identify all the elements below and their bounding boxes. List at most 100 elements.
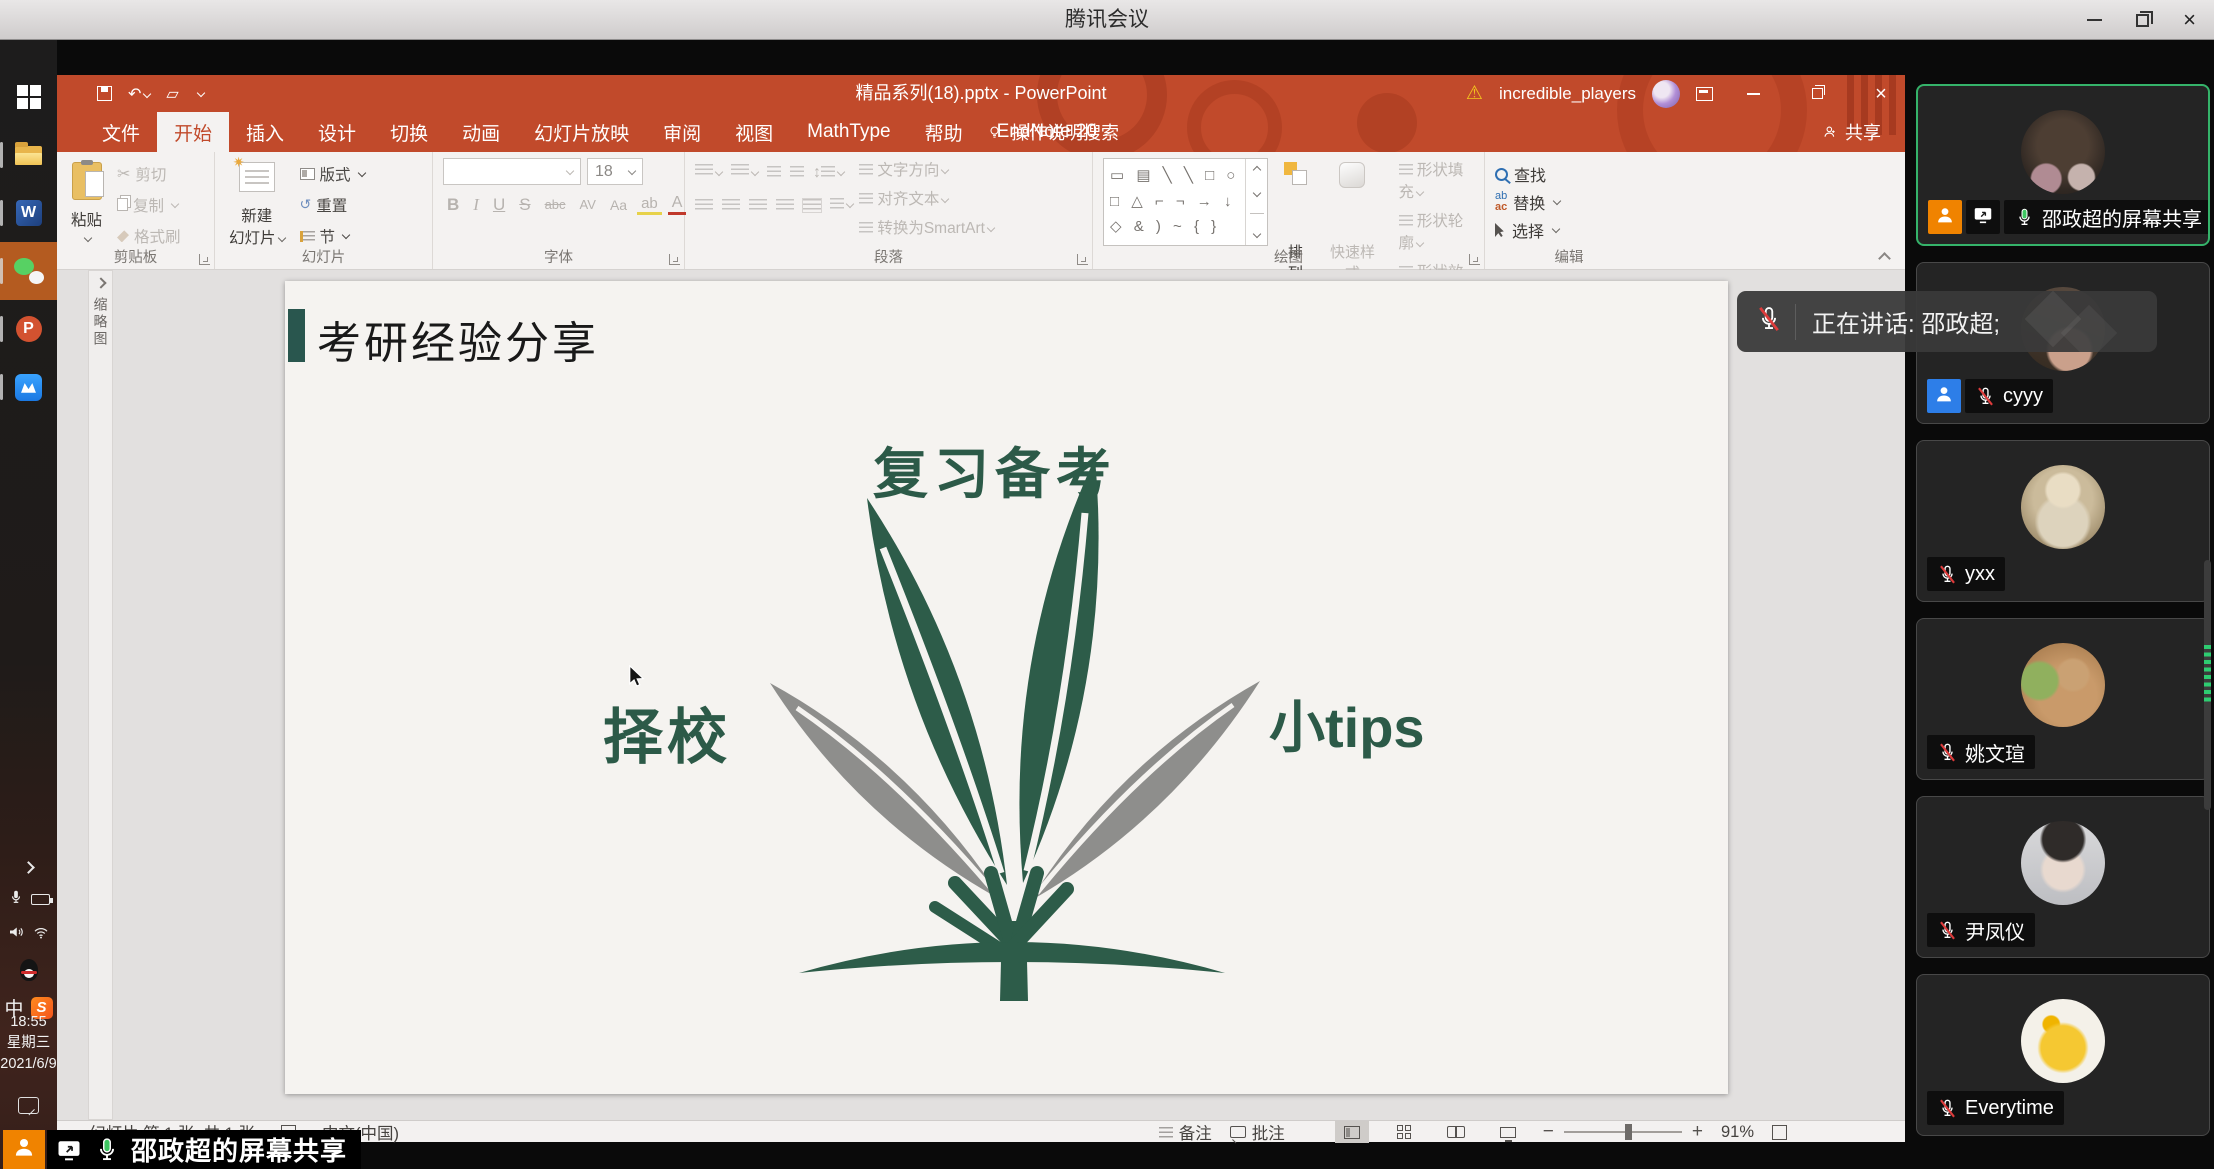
thumbnails-pane-collapsed[interactable]: 缩略图 bbox=[88, 270, 113, 1120]
zoom-slider[interactable] bbox=[1564, 1131, 1682, 1133]
clipboard-dialog-launcher[interactable] bbox=[199, 254, 210, 265]
paste-button[interactable]: 粘贴 bbox=[67, 158, 106, 252]
convert-smartart-button[interactable]: 转换为SmartArt bbox=[859, 216, 994, 238]
text-direction-button[interactable]: 文字方向 bbox=[859, 158, 994, 180]
restore-icon[interactable] bbox=[2136, 14, 2149, 27]
shape-gallery-scroll[interactable] bbox=[1245, 159, 1267, 245]
section-button[interactable]: 节 bbox=[297, 224, 368, 248]
shape-fill-button[interactable]: 形状填充 bbox=[1399, 158, 1477, 202]
tab-6[interactable]: 幻灯片放映 bbox=[517, 112, 646, 152]
change-case-button[interactable]: Aa bbox=[606, 197, 631, 213]
slide-sorter-view-button[interactable] bbox=[1387, 1121, 1421, 1143]
ppt-close-button[interactable]: × bbox=[1857, 75, 1905, 112]
font-color-button[interactable]: A bbox=[668, 194, 687, 215]
font-name-select[interactable] bbox=[443, 158, 581, 185]
qat-customize-icon[interactable] bbox=[196, 88, 204, 96]
italic-button[interactable]: I bbox=[469, 195, 483, 215]
justify-button[interactable] bbox=[776, 199, 794, 212]
align-center-button[interactable] bbox=[722, 199, 740, 212]
account-name[interactable]: incredible_players bbox=[1499, 84, 1636, 104]
taskbar-item-powerpoint[interactable]: P bbox=[0, 300, 57, 358]
strikethrough-button[interactable]: abc bbox=[541, 197, 570, 212]
participant-tile[interactable]: 邵政超的屏幕共享 bbox=[1916, 84, 2210, 246]
highlight-button[interactable]: ab bbox=[637, 195, 662, 215]
taskbar-item-explorer[interactable] bbox=[0, 126, 57, 184]
character-spacing-button[interactable]: AV bbox=[576, 197, 600, 212]
taskbar-item-meeting[interactable] bbox=[0, 358, 57, 416]
align-right-button[interactable] bbox=[749, 199, 767, 212]
cut-button[interactable]: ✂剪切 bbox=[114, 162, 184, 186]
decrease-indent-button[interactable] bbox=[767, 164, 781, 182]
find-button[interactable]: 查找 bbox=[1495, 162, 1645, 186]
tab-2[interactable]: 插入 bbox=[229, 112, 301, 152]
speaker-icon[interactable] bbox=[7, 923, 25, 946]
start-button[interactable] bbox=[0, 68, 57, 126]
ppt-restore-button[interactable] bbox=[1793, 75, 1841, 112]
bullets-button[interactable] bbox=[695, 164, 722, 182]
select-button[interactable]: 选择 bbox=[1495, 218, 1645, 242]
numbering-button[interactable] bbox=[731, 164, 758, 182]
tray-expand-icon[interactable] bbox=[22, 861, 35, 874]
warning-icon[interactable]: ⚠ bbox=[1466, 82, 1483, 105]
font-size-select[interactable]: 18 bbox=[587, 158, 643, 185]
zoom-level[interactable]: 91% bbox=[1721, 1123, 1754, 1142]
network-icon[interactable] bbox=[32, 923, 50, 946]
tab-0[interactable]: 文件 bbox=[85, 112, 157, 152]
tell-me-search[interactable]: 操作说明搜索 bbox=[987, 112, 1119, 152]
align-text-button[interactable]: 对齐文本 bbox=[859, 187, 994, 209]
tab-3[interactable]: 设计 bbox=[301, 112, 373, 152]
paragraph-dialog-launcher[interactable] bbox=[1077, 254, 1088, 265]
ribbon-options-icon[interactable] bbox=[1696, 87, 1713, 101]
undo-icon[interactable]: ↶ bbox=[128, 84, 150, 104]
line-spacing-button[interactable]: ↕ bbox=[813, 164, 844, 182]
new-slide-button[interactable]: 新建幻灯片 bbox=[225, 158, 289, 252]
tab-4[interactable]: 切换 bbox=[373, 112, 445, 152]
comments-button[interactable]: 批注 bbox=[1230, 1120, 1285, 1144]
expand-thumbnails-icon[interactable] bbox=[95, 277, 106, 288]
zoom-in-button[interactable]: + bbox=[1692, 1121, 1703, 1143]
zoom-out-button[interactable]: − bbox=[1543, 1121, 1554, 1143]
tab-7[interactable]: 审阅 bbox=[646, 112, 718, 152]
action-center-icon[interactable] bbox=[18, 1097, 39, 1114]
participant-tile[interactable]: 姚文瑄 bbox=[1916, 618, 2210, 780]
tab-10[interactable]: 帮助 bbox=[908, 112, 980, 152]
normal-view-button[interactable] bbox=[1335, 1121, 1369, 1143]
participant-tile[interactable]: Everytime bbox=[1916, 974, 2210, 1136]
qq-icon[interactable] bbox=[20, 959, 38, 981]
participant-tile[interactable]: 尹凤仪 bbox=[1916, 796, 2210, 958]
fit-slide-button[interactable] bbox=[1772, 1125, 1787, 1140]
tab-8[interactable]: 视图 bbox=[718, 112, 790, 152]
replace-button[interactable]: abac替换 bbox=[1495, 190, 1645, 214]
columns-button[interactable] bbox=[830, 196, 853, 214]
layout-button[interactable]: 版式 bbox=[297, 162, 368, 186]
share-button[interactable]: 共享 bbox=[1822, 112, 1881, 152]
reading-view-button[interactable] bbox=[1439, 1121, 1473, 1143]
reset-button[interactable]: ↺重置 bbox=[297, 193, 368, 217]
slide-canvas[interactable]: 考研经验分享 复习备考 择校 小tips bbox=[285, 281, 1728, 1094]
account-avatar[interactable] bbox=[1652, 80, 1680, 108]
underline-button[interactable]: U bbox=[489, 195, 509, 215]
slideshow-start-icon[interactable]: ▱ bbox=[166, 84, 178, 104]
tab-5[interactable]: 动画 bbox=[445, 112, 517, 152]
align-left-button[interactable] bbox=[695, 199, 713, 212]
battery-icon[interactable] bbox=[31, 894, 50, 905]
tab-9[interactable]: MathType bbox=[790, 112, 907, 152]
bold-button[interactable]: B bbox=[443, 195, 463, 215]
shape-gallery[interactable]: ▭ ▤ ╲ ╲ □ ○ □ △ ⌐ ¬ → ↓ ◇ & ) ~ { } bbox=[1103, 158, 1268, 246]
minimize-icon[interactable] bbox=[2087, 19, 2102, 21]
collapse-ribbon-icon[interactable] bbox=[1878, 252, 1891, 265]
close-icon[interactable]: × bbox=[2183, 9, 2196, 31]
tab-1[interactable]: 开始 bbox=[157, 112, 229, 152]
ppt-minimize-button[interactable] bbox=[1729, 75, 1777, 112]
format-painter-button[interactable]: 格式刷 bbox=[114, 224, 184, 248]
taskbar-item-wechat[interactable] bbox=[0, 242, 57, 300]
distribute-button[interactable] bbox=[803, 199, 821, 212]
participant-tile[interactable]: yxx bbox=[1916, 440, 2210, 602]
slideshow-view-button[interactable] bbox=[1491, 1121, 1525, 1143]
zoom-slider-thumb[interactable] bbox=[1625, 1124, 1632, 1140]
mic-tray-icon[interactable] bbox=[8, 889, 24, 910]
taskbar-clock[interactable]: 18:55 星期三 2021/6/9 bbox=[0, 1012, 57, 1075]
drawing-dialog-launcher[interactable] bbox=[1469, 254, 1480, 265]
copy-button[interactable]: 复制 bbox=[114, 193, 184, 217]
shadow-button[interactable]: S bbox=[515, 195, 534, 215]
